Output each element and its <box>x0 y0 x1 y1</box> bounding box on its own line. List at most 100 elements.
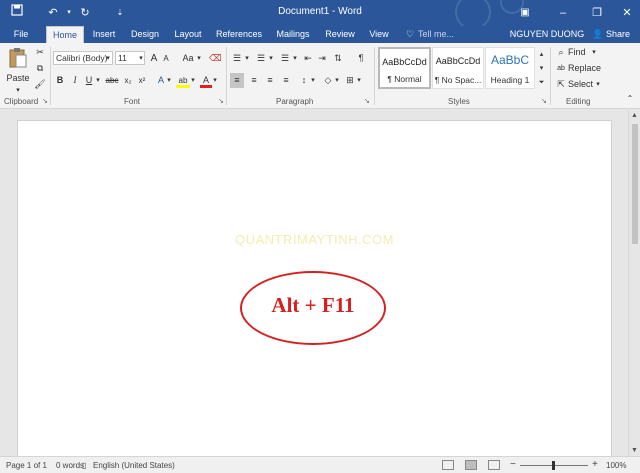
tab-references[interactable]: References <box>214 26 264 43</box>
change-case-dropdown-icon[interactable]: ▾ <box>196 51 202 66</box>
increase-indent-icon[interactable]: ⇥ <box>316 51 328 66</box>
tab-mailings[interactable]: Mailings <box>272 26 314 43</box>
scroll-thumb[interactable] <box>632 124 638 244</box>
select-button[interactable]: Select <box>568 77 594 92</box>
shading-dropdown-icon[interactable]: ▾ <box>334 73 340 88</box>
shrink-font-icon[interactable]: A <box>161 51 171 66</box>
share-button[interactable]: Share <box>603 26 633 43</box>
font-color-dropdown-icon[interactable]: ▾ <box>212 73 218 88</box>
borders-icon[interactable]: ⊞ <box>344 73 356 88</box>
style-normal-sample: AaBbCcDd <box>382 57 427 67</box>
line-spacing-icon[interactable]: ↕ <box>298 73 310 88</box>
text-effects-dropdown-icon[interactable]: ▾ <box>166 73 172 88</box>
bullets-icon[interactable]: ☰ <box>230 51 244 66</box>
multilevel-list-icon[interactable]: ☰ <box>278 51 292 66</box>
styles-scroll-up-icon[interactable]: ▴ <box>537 47 546 62</box>
font-color-icon[interactable]: A <box>200 73 212 88</box>
styles-scroll-down-icon[interactable]: ▾ <box>537 61 546 76</box>
tab-review[interactable]: Review <box>322 26 358 43</box>
align-left-icon[interactable]: ≡ <box>230 73 244 88</box>
proofing-icon[interactable]: ▯ <box>82 461 86 470</box>
styles-launcher-icon[interactable]: ↘ <box>541 97 547 105</box>
highlight-dropdown-icon[interactable]: ▾ <box>190 73 196 88</box>
clear-formatting-icon[interactable]: ⌫ <box>209 51 222 66</box>
close-button[interactable]: ✕ <box>616 3 638 23</box>
find-dropdown-icon[interactable]: ▾ <box>590 45 598 60</box>
tab-view[interactable]: View <box>365 26 393 43</box>
shading-icon[interactable]: ◇ <box>322 73 334 88</box>
minimize-button[interactable]: – <box>552 3 574 23</box>
decrease-indent-icon[interactable]: ⇤ <box>302 51 314 66</box>
page-count[interactable]: Page 1 of 1 <box>6 461 47 470</box>
styles-more-icon[interactable]: ⏷ <box>537 75 546 90</box>
copy-icon[interactable]: ⧉ <box>34 61 46 76</box>
style-normal[interactable]: AaBbCcDd ¶ Normal <box>378 47 431 89</box>
select-dropdown-icon[interactable]: ▾ <box>594 77 602 92</box>
web-layout-icon[interactable] <box>488 460 500 470</box>
superscript-button[interactable]: x² <box>136 73 148 88</box>
bold-button[interactable]: B <box>54 73 66 88</box>
tab-insert[interactable]: Insert <box>88 26 120 43</box>
vertical-scrollbar[interactable]: ▲ ▼ <box>628 110 640 456</box>
line-spacing-dropdown-icon[interactable]: ▾ <box>310 73 316 88</box>
numbering-dropdown-icon[interactable]: ▾ <box>268 51 274 66</box>
align-right-icon[interactable]: ≡ <box>263 73 277 88</box>
tab-design[interactable]: Design <box>127 26 163 43</box>
replace-button[interactable]: Replace <box>568 61 604 76</box>
replace-icon[interactable]: ab <box>555 61 567 76</box>
underline-dropdown-icon[interactable]: ▾ <box>95 73 101 88</box>
font-launcher-icon[interactable]: ↘ <box>218 97 224 105</box>
scroll-up-icon[interactable]: ▲ <box>631 112 638 119</box>
bullets-dropdown-icon[interactable]: ▾ <box>244 51 250 66</box>
grow-font-icon[interactable]: A <box>148 51 160 66</box>
tab-layout[interactable]: Layout <box>169 26 207 43</box>
italic-button[interactable]: I <box>70 73 80 88</box>
style-heading-1[interactable]: AaBbC Heading 1 <box>485 47 535 89</box>
lightbulb-icon[interactable]: ♡ <box>402 26 418 43</box>
document-page[interactable]: QUANTRIMAYTINH.COM Alt + F11 <box>17 120 612 460</box>
ribbon: Paste ▾ ✂ ⧉ 🖌 Clipboard ↘ Calibri (Body)… <box>0 43 640 109</box>
language-indicator[interactable]: English (United States) <box>93 461 175 470</box>
zoom-in-icon[interactable]: + <box>592 459 598 470</box>
word-count[interactable]: 0 words <box>56 461 84 470</box>
zoom-out-icon[interactable]: − <box>510 459 516 470</box>
paragraph-launcher-icon[interactable]: ↘ <box>364 97 370 105</box>
sort-icon[interactable]: ⇅ <box>332 51 344 66</box>
font-family-dropdown-icon[interactable]: ▾ <box>104 51 112 66</box>
paste-dropdown-icon[interactable]: ▾ <box>12 83 24 98</box>
show-marks-icon[interactable]: ¶ <box>356 51 366 66</box>
user-name[interactable]: NGUYEN DUONG <box>506 26 588 43</box>
zoom-level[interactable]: 100% <box>606 461 626 470</box>
tab-home[interactable]: Home <box>46 26 84 43</box>
font-size-dropdown-icon[interactable]: ▾ <box>137 51 145 66</box>
find-icon[interactable]: ⌕ <box>555 45 567 60</box>
ribbon-display-options-icon[interactable]: ▣ <box>514 3 536 23</box>
highlight-icon[interactable]: ab <box>176 73 190 88</box>
style-no-spacing[interactable]: AaBbCcDd ¶ No Spac... <box>432 47 484 89</box>
multilevel-dropdown-icon[interactable]: ▾ <box>292 51 298 66</box>
cut-icon[interactable]: ✂ <box>34 45 46 60</box>
tab-file[interactable]: File <box>6 26 36 43</box>
format-painter-icon[interactable]: 🖌 <box>34 77 46 92</box>
paste-icon[interactable] <box>8 47 28 71</box>
watermark-text: QUANTRIMAYTINH.COM <box>235 232 394 247</box>
underline-button[interactable]: U <box>84 73 94 88</box>
scroll-down-icon[interactable]: ▼ <box>631 447 638 454</box>
collapse-ribbon-icon[interactable]: ⌃ <box>624 91 636 106</box>
window-title: Document1 - Word <box>278 6 362 17</box>
justify-icon[interactable]: ≡ <box>279 73 293 88</box>
find-button[interactable]: Find <box>568 45 588 60</box>
maximize-button[interactable]: ❐ <box>586 3 608 23</box>
strikethrough-button[interactable]: abc <box>104 73 120 88</box>
change-case-button[interactable]: Aa <box>180 51 196 66</box>
print-layout-icon[interactable] <box>465 460 477 470</box>
subscript-button[interactable]: x₂ <box>122 73 134 88</box>
tell-me-box[interactable]: Tell me... <box>418 26 460 43</box>
align-center-icon[interactable]: ≡ <box>247 73 261 88</box>
read-mode-icon[interactable] <box>442 460 454 470</box>
clipboard-launcher-icon[interactable]: ↘ <box>42 97 48 105</box>
select-icon[interactable]: ⇱ <box>555 77 567 92</box>
numbering-icon[interactable]: ☰ <box>254 51 268 66</box>
zoom-slider-thumb[interactable] <box>552 461 555 470</box>
borders-dropdown-icon[interactable]: ▾ <box>356 73 362 88</box>
